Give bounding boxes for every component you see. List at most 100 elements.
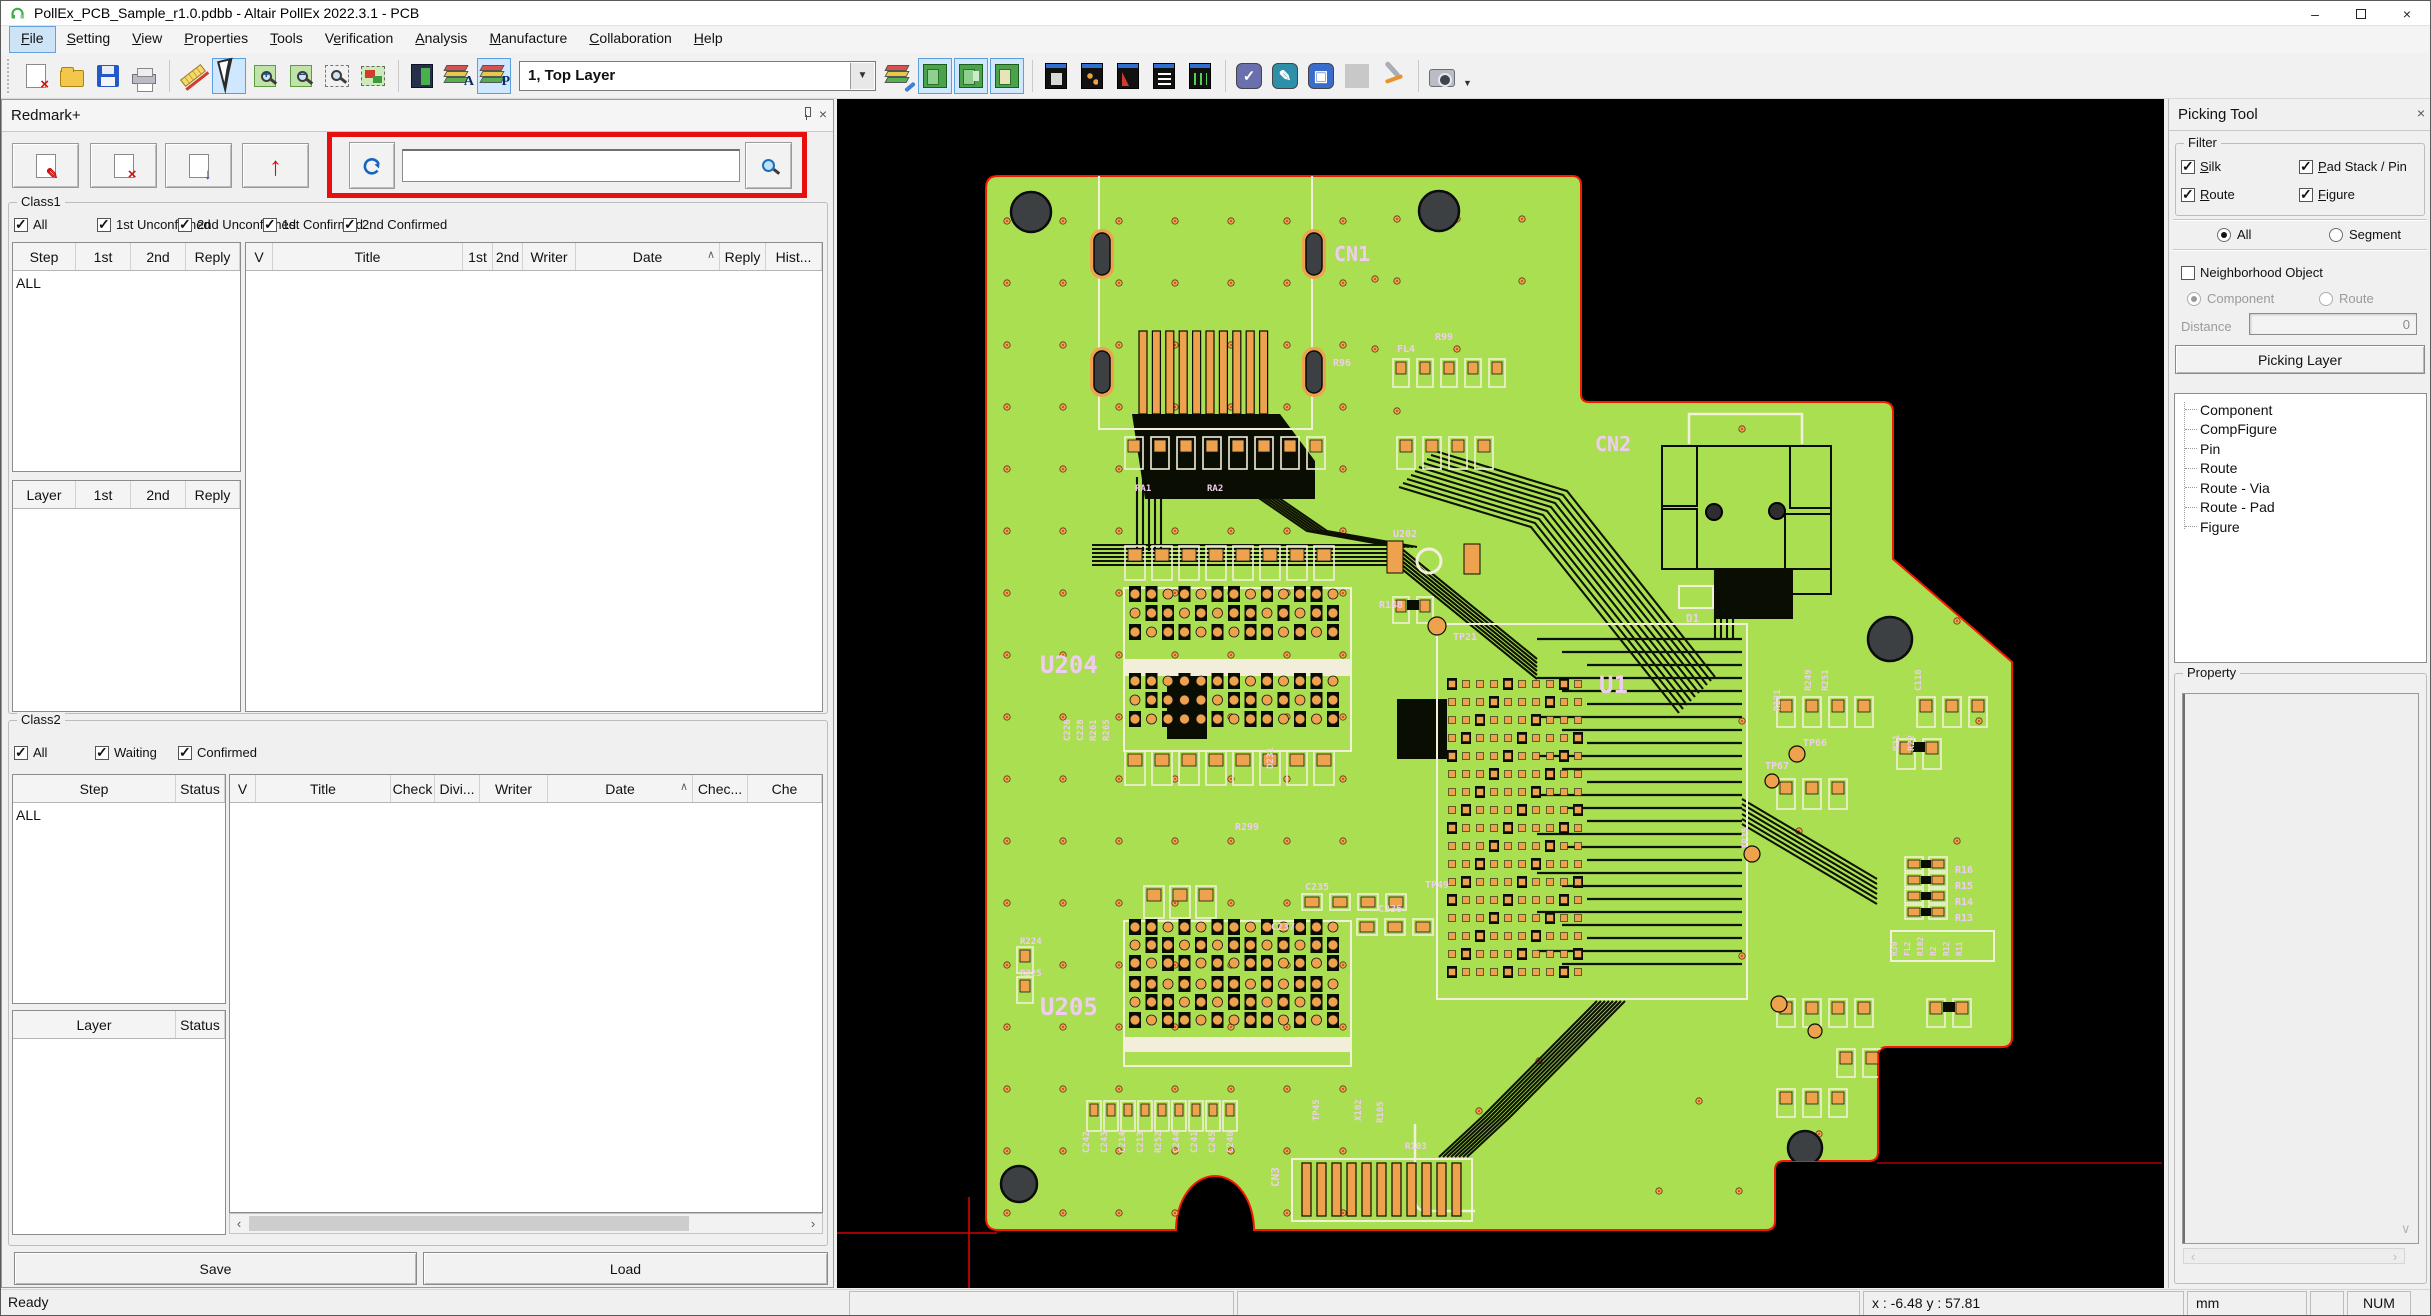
class1-list-col-date[interactable]: Date∧ xyxy=(576,243,720,270)
menu-properties[interactable]: Properties xyxy=(173,26,259,53)
filter-check-silk[interactable]: ✓Silk xyxy=(2181,159,2221,174)
refresh-button[interactable] xyxy=(349,142,395,189)
search-input[interactable] xyxy=(402,149,740,182)
select-button[interactable] xyxy=(212,58,246,94)
menu-help[interactable]: Help xyxy=(683,26,734,53)
tree-item-compfigure[interactable]: CompFigure xyxy=(2181,420,2426,440)
layer-settings-button[interactable] xyxy=(882,58,916,94)
class1-list-col-2nd[interactable]: 2nd xyxy=(493,243,523,270)
redmark-export-button[interactable]: ↑ xyxy=(242,143,309,188)
tree-item-pin[interactable]: Pin xyxy=(2181,439,2426,459)
scrollbar-thumb[interactable] xyxy=(249,1216,689,1231)
class1-step-row-all[interactable]: ALL xyxy=(13,271,240,295)
tree-item-route-pad[interactable]: Route - Pad xyxy=(2181,498,2426,518)
maximize-button[interactable] xyxy=(2338,1,2384,26)
class2-list-col-writer[interactable]: Writer xyxy=(480,775,548,802)
pcb-view[interactable]: CN1CN2U1U204U205CN3D1FL4R99R96RA1RA2U202… xyxy=(837,99,2164,1288)
class2-list-col-date[interactable]: Date∧ xyxy=(548,775,693,802)
class2-check-confirmed[interactable]: ✓Confirmed xyxy=(178,745,257,760)
zoom-out-button[interactable]: − xyxy=(284,58,318,94)
class1-layer-col-2nd[interactable]: 2nd xyxy=(131,481,186,508)
save-button[interactable] xyxy=(91,58,125,94)
tree-item-route-via[interactable]: Route - Via xyxy=(2181,478,2426,498)
zoom-window-button[interactable] xyxy=(320,58,354,94)
class1-check-all[interactable]: ✓All xyxy=(14,217,47,232)
zoom-fit-button[interactable] xyxy=(356,58,390,94)
filter-check-figure[interactable]: ✓Figure xyxy=(2299,187,2355,202)
class1-list-col-v[interactable]: V xyxy=(246,243,273,270)
class1-step-table[interactable]: Step1st2ndReply ALL xyxy=(12,242,241,472)
tree-view-button[interactable] xyxy=(1183,58,1217,94)
property-scroll-down-icon[interactable]: ∨ xyxy=(2401,1221,2411,1237)
close-document-button[interactable]: × xyxy=(19,58,53,94)
board-window-button[interactable] xyxy=(405,58,439,94)
class1-step-col-step[interactable]: Step xyxy=(13,243,76,270)
class1-layer-table[interactable]: Layer1st2ndReply xyxy=(12,480,241,712)
radio-segment[interactable]: Segment xyxy=(2329,227,2401,242)
class1-layer-col-layer[interactable]: Layer xyxy=(13,481,76,508)
class1-list-col-title[interactable]: Title xyxy=(273,243,463,270)
class1-list-col-writer[interactable]: Writer xyxy=(523,243,576,270)
ic-view-button[interactable] xyxy=(1039,58,1073,94)
class2-step-col-step[interactable]: Step xyxy=(13,775,176,802)
toolbar-grip[interactable] xyxy=(7,59,13,93)
scroll-left-icon[interactable]: ‹ xyxy=(230,1214,248,1233)
tree-item-route[interactable]: Route xyxy=(2181,459,2426,479)
class2-step-row-all[interactable]: ALL xyxy=(13,803,225,827)
save-redmark-button[interactable]: Save xyxy=(14,1252,417,1285)
panel-window-button[interactable]: ▣ xyxy=(1304,58,1338,94)
component-top-button[interactable] xyxy=(918,58,952,94)
filter-check-route[interactable]: ✓Route xyxy=(2181,187,2235,202)
pcb-canvas[interactable]: CN1CN2U1U204U205CN3D1FL4R99R96RA1RA2U202… xyxy=(837,99,2164,1288)
menu-collaboration[interactable]: Collaboration xyxy=(578,26,683,53)
class2-check-waiting[interactable]: ✓Waiting xyxy=(95,745,157,760)
menu-manufacture[interactable]: Manufacture xyxy=(478,26,578,53)
class1-list-col-1st[interactable]: 1st xyxy=(463,243,493,270)
class1-layer-col-reply[interactable]: Reply xyxy=(186,481,240,508)
menu-verification[interactable]: Verification xyxy=(314,26,405,53)
settings-tools-button[interactable] xyxy=(1376,58,1410,94)
class1-list-col-reply[interactable]: Reply xyxy=(720,243,766,270)
measure-button[interactable] xyxy=(176,58,210,94)
layer-pick-button[interactable]: P xyxy=(477,58,511,94)
netlist-view-button[interactable] xyxy=(1147,58,1181,94)
menu-file[interactable]: File xyxy=(9,26,56,53)
radio-all[interactable]: All xyxy=(2217,227,2251,242)
layer-select-dropdown[interactable]: ▼ xyxy=(850,63,874,89)
redmark-edit-button[interactable]: ✎ xyxy=(12,143,79,188)
class1-step-col-1st[interactable]: 1st xyxy=(76,243,131,270)
axis-view-button[interactable] xyxy=(1111,58,1145,94)
class2-layer-col-status[interactable]: Status xyxy=(176,1011,225,1038)
class1-list-col-hist[interactable]: Hist... xyxy=(766,243,822,270)
layer-all-button[interactable]: A xyxy=(441,58,475,94)
tree-item-component[interactable]: Component xyxy=(2181,400,2426,420)
redmark-import-button[interactable]: ↓ xyxy=(165,143,232,188)
property-scroll-left-icon[interactable]: ‹ xyxy=(2184,1249,2202,1263)
zoom-in-button[interactable]: + xyxy=(248,58,282,94)
class2-list-table[interactable]: VTitleCheckDivi...WriterDate∧Chec...Che xyxy=(229,774,823,1213)
class2-step-table[interactable]: StepStatus ALL xyxy=(12,774,226,1004)
pin-icon[interactable] xyxy=(803,106,811,120)
class2-step-col-status[interactable]: Status xyxy=(176,775,225,802)
property-horizontal-scrollbar[interactable]: ‹ › xyxy=(2183,1248,2405,1264)
menu-tools[interactable]: Tools xyxy=(259,26,314,53)
class2-list-col-divi[interactable]: Divi... xyxy=(435,775,480,802)
property-scroll-right-icon[interactable]: › xyxy=(2386,1249,2404,1263)
menu-analysis[interactable]: Analysis xyxy=(404,26,478,53)
class2-layer-table[interactable]: LayerStatus xyxy=(12,1010,226,1235)
close-button[interactable]: × xyxy=(2384,1,2430,26)
class2-list-col-v[interactable]: V xyxy=(230,775,256,802)
class2-horizontal-scrollbar[interactable]: ‹ › xyxy=(229,1213,823,1234)
menu-view[interactable]: View xyxy=(121,26,173,53)
class1-layer-col-1st[interactable]: 1st xyxy=(76,481,131,508)
picking-layer-button[interactable]: Picking Layer xyxy=(2175,345,2425,374)
scroll-right-icon[interactable]: › xyxy=(804,1214,822,1233)
menu-setting[interactable]: Setting xyxy=(56,26,122,53)
class1-step-col-reply[interactable]: Reply xyxy=(186,243,240,270)
class1-list-table[interactable]: VTitle1st2ndWriterDate∧ReplyHist... xyxy=(245,242,823,712)
class2-list-col-chec[interactable]: Chec... xyxy=(693,775,748,802)
tree-item-figure[interactable]: Figure xyxy=(2181,517,2426,537)
print-button[interactable] xyxy=(127,58,161,94)
class2-list-col-che[interactable]: Che xyxy=(748,775,822,802)
minimize-button[interactable]: – xyxy=(2292,1,2338,26)
